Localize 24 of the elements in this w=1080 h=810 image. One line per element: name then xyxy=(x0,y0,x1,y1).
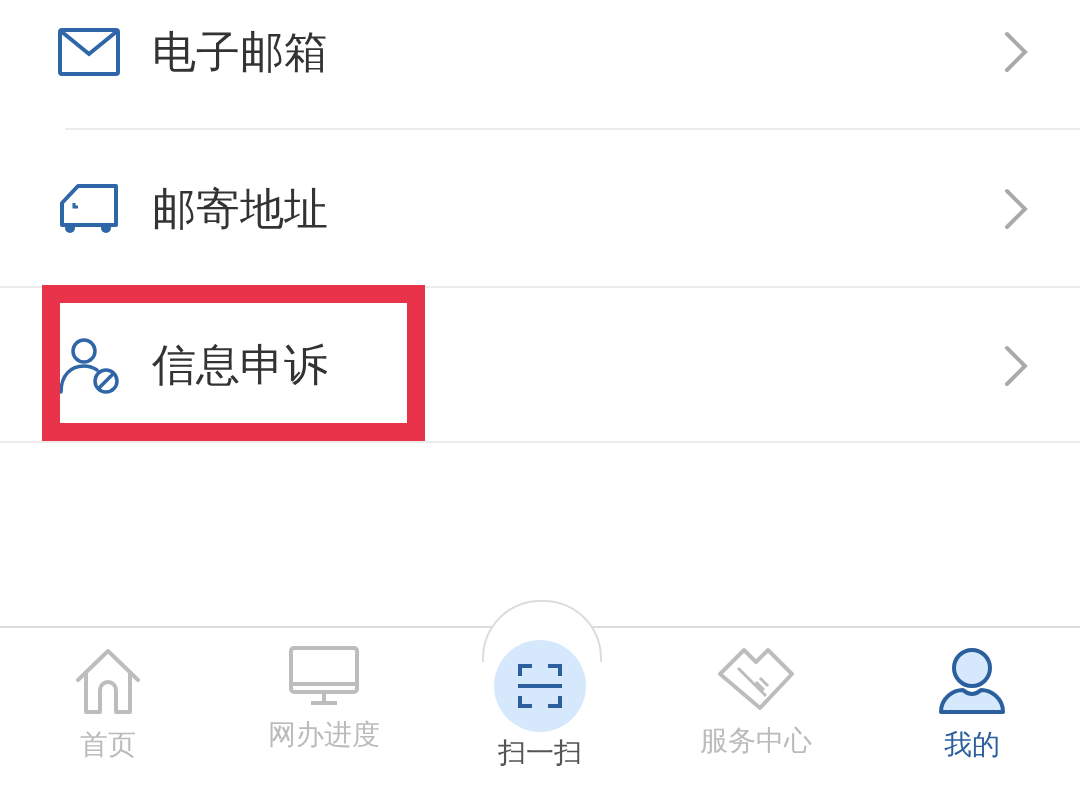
scan-icon xyxy=(494,640,586,732)
menu-item[interactable]: 邮寄地址 xyxy=(0,130,1080,288)
handshake-icon xyxy=(716,646,796,712)
menu-item-label: 电子邮箱 xyxy=(152,24,329,79)
tab-label: 网办进度 xyxy=(268,717,380,753)
menu-item-label: 信息申诉 xyxy=(152,338,329,392)
monitor-icon xyxy=(289,646,359,706)
menu-item[interactable]: 信息申诉 xyxy=(0,288,1080,443)
truck-icon xyxy=(58,183,120,235)
tab-label: 首页 xyxy=(80,727,136,763)
chevron-right-icon xyxy=(1004,188,1028,230)
tab-label: 我的 xyxy=(944,727,1000,763)
user-icon xyxy=(937,646,1007,716)
user-blocked-icon xyxy=(58,336,120,395)
tab-label: 服务中心 xyxy=(700,723,812,759)
tab-item[interactable]: 扫一扫 xyxy=(432,628,648,810)
envelope-icon xyxy=(58,28,120,76)
menu-item[interactable]: 电子邮箱 xyxy=(0,0,1080,130)
chevron-right-icon xyxy=(1004,31,1028,73)
tab-label: 扫一扫 xyxy=(498,735,582,771)
home-icon xyxy=(73,646,143,716)
menu-item-label: 邮寄地址 xyxy=(152,181,329,236)
chevron-right-icon xyxy=(1004,344,1028,387)
tab-item[interactable]: 我的 xyxy=(864,628,1080,810)
